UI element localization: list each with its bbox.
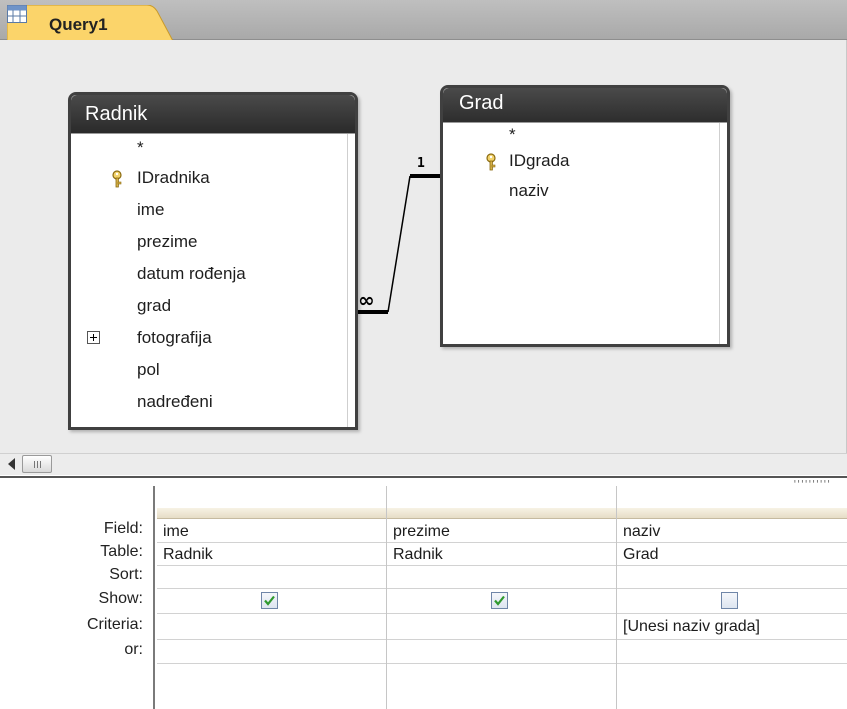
grid-cell-table[interactable]: Radnik <box>163 546 213 564</box>
table-grad-scrollbar[interactable] <box>719 123 727 344</box>
query-design-area: 1 ∞ Radnik * IDradnika ime prezime datum… <box>0 40 847 453</box>
primary-key-icon <box>486 153 496 171</box>
query-design-grid: Field: Table: Sort: Show: Criteria: or: … <box>0 486 847 709</box>
show-checkbox[interactable] <box>721 592 738 609</box>
table-grad-fields: * IDgrada naziv <box>443 122 727 344</box>
row-label-table: Table: <box>100 543 143 560</box>
table-radnik[interactable]: Radnik * IDradnika ime prezime datum rođ… <box>68 92 358 430</box>
grid-row-labels: Field: Table: Sort: Show: Criteria: or: <box>0 486 155 709</box>
grid-cell-field[interactable]: ime <box>163 523 189 541</box>
field-list-item[interactable]: * <box>509 125 516 145</box>
field-list-item[interactable]: * <box>137 138 144 158</box>
primary-key-icon <box>112 170 122 188</box>
table-grad-title[interactable]: Grad <box>443 88 727 126</box>
query-icon <box>7 5 27 23</box>
field-list-item[interactable]: fotografija <box>137 328 212 348</box>
table-grad[interactable]: Grad * IDgrada naziv <box>440 85 730 347</box>
field-list-item[interactable]: naziv <box>509 181 549 201</box>
design-horizontal-scrollbar[interactable] <box>0 453 847 475</box>
row-label-field: Field: <box>103 520 143 537</box>
checkmark-icon <box>264 595 275 606</box>
scroll-left-arrow-icon[interactable] <box>8 458 15 470</box>
field-list-item[interactable]: IDradnika <box>137 168 210 188</box>
grid-cell-table[interactable]: Grad <box>623 546 659 564</box>
field-list-item[interactable]: pol <box>137 360 160 380</box>
grid-column: ime Radnik <box>157 486 387 709</box>
expand-plus-icon[interactable] <box>87 331 100 344</box>
scrollbar-thumb[interactable] <box>22 455 52 473</box>
table-radnik-title[interactable]: Radnik <box>71 95 355 133</box>
field-list-item[interactable]: datum rođenja <box>137 264 246 284</box>
checkmark-icon <box>494 595 505 606</box>
field-list-item[interactable]: ime <box>137 200 164 220</box>
grid-column: naziv Grad [Unesi naziv grada] <box>617 486 847 709</box>
tab-query1[interactable]: Query1 <box>7 5 175 41</box>
document-tab-strip: Query1 <box>0 0 847 41</box>
grid-cell-field[interactable]: prezime <box>393 523 450 541</box>
grid-cell-table[interactable]: Radnik <box>393 546 443 564</box>
show-checkbox[interactable] <box>491 592 508 609</box>
field-list-item[interactable]: prezime <box>137 232 197 252</box>
relationship-one-label: 1 <box>417 156 425 171</box>
table-radnik-fields: * IDradnika ime prezime datum rođenja gr… <box>71 133 355 427</box>
field-list-item[interactable]: IDgrada <box>509 151 569 171</box>
field-list-item[interactable]: grad <box>137 296 171 316</box>
table-radnik-scrollbar[interactable] <box>347 134 355 427</box>
row-label-criteria: Criteria: <box>86 616 143 633</box>
pane-splitter[interactable]: '''''''''' <box>0 476 847 490</box>
grid-column: prezime Radnik <box>387 486 617 709</box>
field-list-item[interactable]: nadređeni <box>137 392 213 412</box>
show-checkbox[interactable] <box>261 592 278 609</box>
tab-label: Query1 <box>49 15 108 34</box>
grid-cell-field[interactable]: naziv <box>623 523 660 541</box>
row-label-show: Show: <box>98 590 143 607</box>
row-label-sort: Sort: <box>109 566 143 583</box>
grid-cell-criteria[interactable]: [Unesi naziv grada] <box>623 618 760 636</box>
row-label-or: or: <box>124 641 143 658</box>
relationship-many-label: ∞ <box>358 288 375 312</box>
